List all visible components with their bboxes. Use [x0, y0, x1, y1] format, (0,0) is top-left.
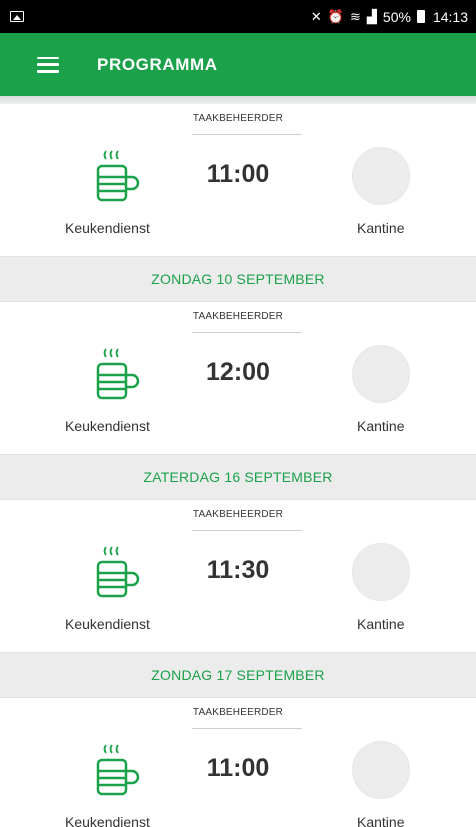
date-header: ZATERDAG 16 SEPTEMBER — [0, 454, 476, 500]
location-label: Kantine — [357, 814, 405, 827]
schedule-card[interactable]: TAAKBEHEERDER 11:30 Keukendienst Kantine — [0, 500, 476, 652]
role-label: TAAKBEHEERDER — [192, 707, 284, 718]
date-header: ZONDAG 10 SEPTEMBER — [0, 256, 476, 302]
divider — [192, 728, 302, 729]
task-label: Keukendienst — [65, 418, 150, 434]
location-label: Kantine — [357, 418, 405, 434]
schedule-card[interactable]: TAAKBEHEERDER 11:00 Keukendienst Kantine — [0, 698, 476, 827]
signal-icon: ▟ — [366, 8, 377, 24]
location-label: Kantine — [357, 616, 405, 632]
role-label: TAAKBEHEERDER — [192, 311, 284, 322]
schedule-card[interactable]: TAAKBEHEERDER 11:00 Keukendienst Kantine — [0, 104, 476, 256]
clock: 14:13 — [432, 8, 468, 25]
alarm-icon: ⏰ — [327, 8, 345, 24]
schedule-list: TAAKBEHEERDER 11:00 Keukendienst Kantine… — [0, 104, 476, 827]
image-icon — [10, 11, 24, 22]
hamburger-menu-icon[interactable] — [37, 56, 59, 73]
date-header: ZONDAG 17 SEPTEMBER — [0, 652, 476, 698]
battery-level: 50% — [382, 8, 411, 25]
app-bar: PROGRAMMA — [0, 33, 476, 96]
mute-icon: ✕ — [310, 8, 322, 24]
schedule-card[interactable]: TAAKBEHEERDER 12:00 Keukendienst Kantine — [0, 302, 476, 454]
divider — [192, 530, 302, 531]
wifi-icon: ≋ — [350, 8, 361, 24]
divider — [192, 332, 302, 333]
task-label: Keukendienst — [65, 814, 150, 827]
status-circle — [352, 741, 410, 799]
role-label: TAAKBEHEERDER — [192, 113, 284, 124]
status-circle — [352, 147, 410, 205]
status-bar: ✕ ⏰ ≋ ▟ 50% 14:13 — [0, 0, 476, 33]
task-label: Keukendienst — [65, 616, 150, 632]
location-label: Kantine — [357, 220, 405, 236]
role-label: TAAKBEHEERDER — [192, 509, 284, 520]
page-title: PROGRAMMA — [97, 54, 218, 74]
status-circle — [352, 543, 410, 601]
app-bar-shadow — [0, 96, 476, 104]
status-circle — [352, 345, 410, 403]
task-label: Keukendienst — [65, 220, 150, 236]
battery-icon — [416, 10, 425, 23]
divider — [192, 134, 302, 135]
